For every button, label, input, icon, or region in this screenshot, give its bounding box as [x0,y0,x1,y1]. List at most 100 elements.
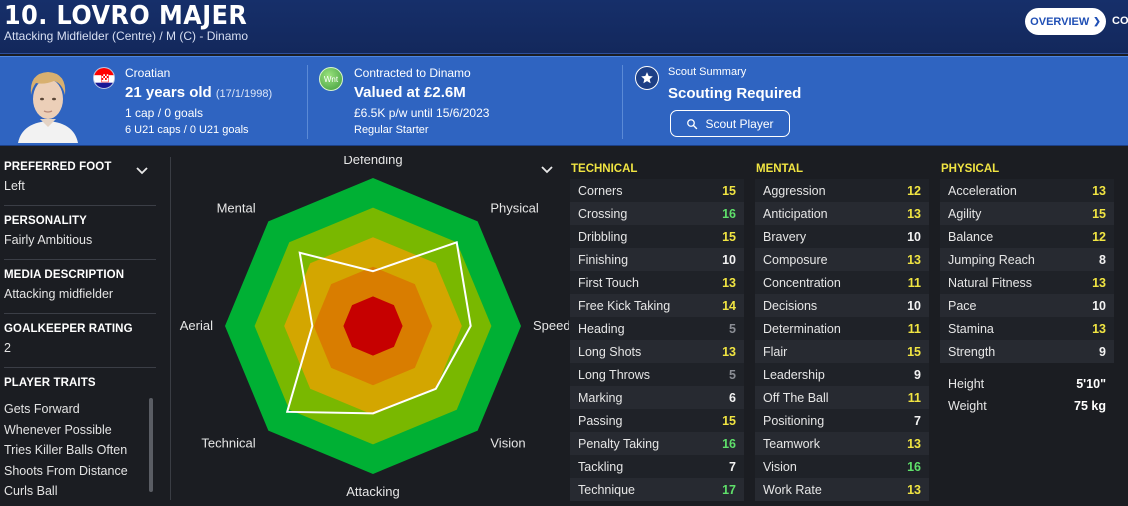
attribute-row[interactable]: Vision 16 [755,455,929,478]
scout-player-button[interactable]: Scout Player [670,110,790,137]
radar-label: Speed [533,318,569,333]
attribute-row[interactable]: Finishing 10 [570,248,744,271]
attribute-row[interactable]: Long Shots 13 [570,340,744,363]
player-name: 10. LOVRO MAJER [4,1,248,31]
goalkeeper-rating-section: GOALKEEPER RATING 2 [4,323,156,355]
preferred-foot-section: PREFERRED FOOT Left [4,161,156,193]
attribute-value: 13 [722,275,736,290]
attribute-row[interactable]: Anticipation 13 [755,202,929,225]
attribute-name: Tackling [578,459,624,474]
attribute-name: Anticipation [763,206,828,221]
divider [307,65,308,139]
attribute-row[interactable]: Decisions 10 [755,294,929,317]
age-value: 21 years old [125,84,212,101]
attribute-name: Concentration [763,275,841,290]
attribute-value: 13 [907,252,921,267]
attribute-row[interactable]: Balance 12 [940,225,1114,248]
attribute-name: Technique [578,482,635,497]
attribute-value: 9 [1099,344,1106,359]
search-icon [687,118,698,129]
attribute-row[interactable]: Concentration 11 [755,271,929,294]
attribute-row[interactable]: Off The Ball 11 [755,386,929,409]
attribute-value: 12 [1092,229,1106,244]
chevron-down-icon[interactable] [135,166,149,176]
attribute-row[interactable]: Stamina 13 [940,317,1114,340]
attribute-row[interactable]: Strength 9 [940,340,1114,363]
attribute-row[interactable]: Marking 6 [570,386,744,409]
attribute-name: Strength [948,344,996,359]
attribute-name: Passing [578,413,623,428]
attribute-name: Stamina [948,321,994,336]
attribute-row[interactable]: Crossing 16 [570,202,744,225]
attribute-row[interactable]: Dribbling 15 [570,225,744,248]
divider [4,259,156,260]
attribute-row[interactable]: Tackling 7 [570,455,744,478]
attribute-row[interactable]: Natural Fitness 13 [940,271,1114,294]
attribute-value: 15 [1092,206,1106,221]
attribute-name: Free Kick Taking [578,298,671,313]
attribute-row[interactable]: Determination 11 [755,317,929,340]
attribute-name: Determination [763,321,841,336]
croatia-flag-icon [93,67,115,89]
media-description-section: MEDIA DESCRIPTION Attacking midfielder [4,269,156,301]
physical-header: PHYSICAL [941,163,1000,175]
attribute-value: 16 [722,436,736,451]
attribute-row[interactable]: Technique 17 [570,478,744,501]
preferred-foot-value: Left [4,179,25,193]
attribute-name: Marking [578,390,623,405]
attribute-row[interactable]: Agility 15 [940,202,1114,225]
height-row: Height 5'10" [940,373,1114,395]
radar-label: Technical [201,435,255,450]
attribute-value: 13 [1092,321,1106,336]
attribute-value: 15 [722,229,736,244]
attribute-row[interactable]: Corners 15 [570,179,744,202]
attribute-value: 10 [1092,298,1106,313]
attribute-row[interactable]: Bravery 10 [755,225,929,248]
attribute-name: Penalty Taking [578,436,660,451]
attribute-name: Long Throws [578,367,651,382]
attribute-row[interactable]: Passing 15 [570,409,744,432]
player-traits-list: Gets Forward Whenever Possible Tries Kil… [4,399,144,502]
attribute-row[interactable]: Aggression 12 [755,179,929,202]
traits-scrollbar[interactable] [149,398,153,492]
next-tab[interactable]: CO [1112,15,1128,27]
radar-label: Defending [343,156,402,167]
attribute-name: Finishing [578,252,629,267]
attribute-row[interactable]: Leadership 9 [755,363,929,386]
nationality: Croatian [125,66,171,80]
overview-label: OVERVIEW [1030,15,1090,28]
attribute-name: Crossing [578,206,628,221]
attribute-row[interactable]: Pace 10 [940,294,1114,317]
attribute-row[interactable]: Acceleration 13 [940,179,1114,202]
attribute-value: 5 [729,367,736,382]
attribute-row[interactable]: Flair 15 [755,340,929,363]
attribute-value: 10 [907,298,921,313]
attribute-name: Corners [578,183,623,198]
player-value: Valued at £2.6M [354,84,466,101]
personality-section: PERSONALITY Fairly Ambitious [4,215,156,247]
attribute-row[interactable]: Teamwork 13 [755,432,929,455]
attribute-row[interactable]: Positioning 7 [755,409,929,432]
overview-dropdown[interactable]: OVERVIEW ❯ [1025,8,1106,35]
attribute-row[interactable]: Work Rate 13 [755,478,929,501]
attribute-value: 9 [914,367,921,382]
media-description-label: MEDIA DESCRIPTION [4,269,125,281]
chevron-down-icon[interactable] [540,165,554,175]
attribute-value: 13 [1092,275,1106,290]
attribute-row[interactable]: Composure 13 [755,248,929,271]
attribute-row[interactable]: Penalty Taking 16 [570,432,744,455]
mental-header: MENTAL [756,163,804,175]
attribute-row[interactable]: Jumping Reach 8 [940,248,1114,271]
scout-summary-title: Scout Summary [668,66,747,78]
attribute-row[interactable]: Long Throws 5 [570,363,744,386]
divider [4,367,156,368]
attribute-value: 15 [722,183,736,198]
attribute-value: 13 [907,482,921,497]
radar-label: Mental [217,201,256,216]
attribute-row[interactable]: First Touch 13 [570,271,744,294]
attribute-row[interactable]: Free Kick Taking 14 [570,294,744,317]
attribute-row[interactable]: Heading 5 [570,317,744,340]
attribute-name: Off The Ball [763,390,829,405]
attribute-name: Balance [948,229,994,244]
goalkeeper-rating-value: 2 [4,341,11,355]
